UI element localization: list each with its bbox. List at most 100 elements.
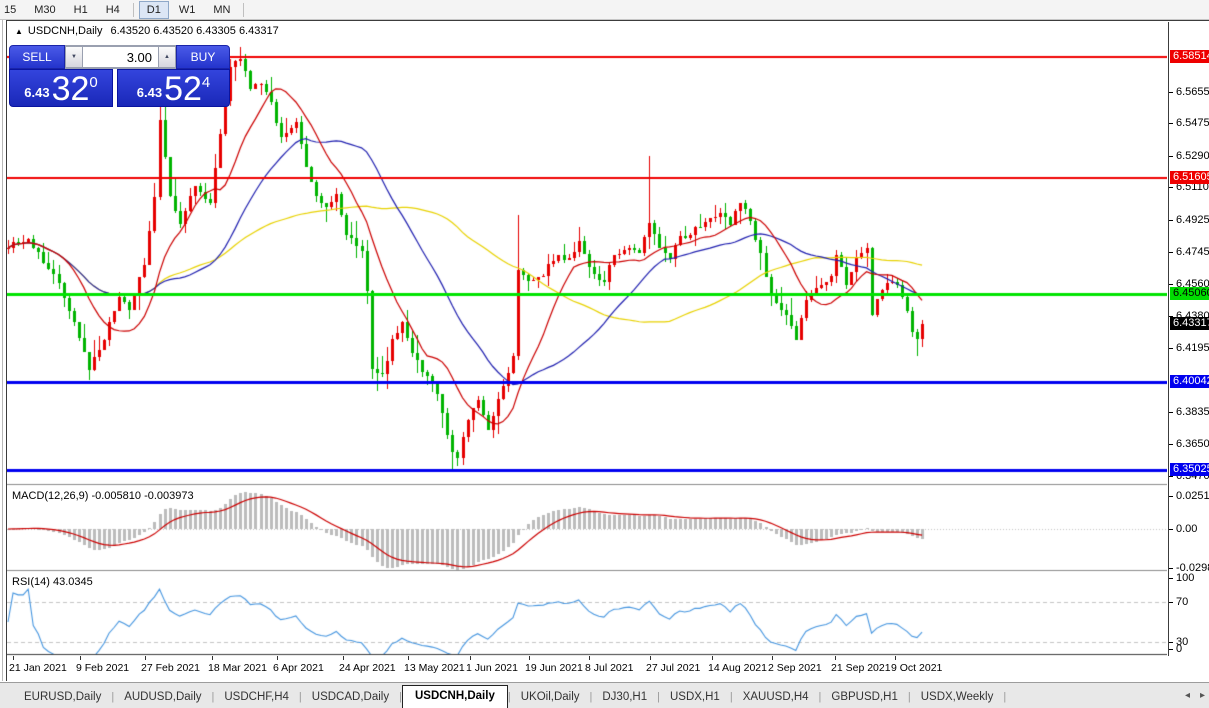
rsi-tick — [1169, 578, 1173, 579]
tab-usdcad-daily[interactable]: USDCAD,Daily — [302, 687, 399, 708]
price-tick — [1169, 348, 1173, 349]
price-tick-label: 6.52900 — [1176, 150, 1209, 162]
price-chart-canvas[interactable] — [7, 22, 1167, 656]
timeframe-button-w1[interactable]: W1 — [171, 1, 204, 19]
price-tick — [1169, 187, 1173, 188]
price-tick-label: 6.41950 — [1176, 342, 1209, 354]
date-tick — [13, 656, 14, 660]
tab-scroll-left-icon[interactable]: ◂ — [1185, 689, 1190, 703]
date-tick-label: 14 Aug 2021 — [708, 662, 767, 674]
price-tick — [1169, 444, 1173, 445]
tab-scroll-buttons: ◂ ▸ — [1185, 689, 1205, 703]
macd-tick — [1169, 529, 1173, 530]
mt4-window: 15M30H1H4D1W1MN ▲ USDCNH,Daily 6.43520 6… — [0, 0, 1209, 708]
buy-price-small: 6.43 — [137, 85, 162, 100]
timeframe-button-h4[interactable]: H4 — [98, 1, 128, 19]
date-tick — [895, 656, 896, 660]
date-tick — [650, 656, 651, 660]
date-tick — [277, 656, 278, 660]
tab-usdx-h1[interactable]: USDX,H1 — [660, 687, 730, 708]
buy-price-display[interactable]: 6.43 52 4 — [117, 69, 230, 107]
window-left-edge — [2, 20, 3, 681]
date-tick-label: 18 Mar 2021 — [208, 662, 267, 674]
price-tick — [1169, 92, 1173, 93]
price-tick — [1169, 123, 1173, 124]
sell-button[interactable]: SELL — [9, 45, 65, 69]
rsi-tick-label: 70 — [1176, 596, 1188, 608]
price-tick — [1169, 476, 1173, 477]
date-tick-label: 8 Jul 2021 — [585, 662, 633, 674]
buy-button[interactable]: BUY — [176, 45, 230, 69]
buy-price-big: 52 — [164, 74, 202, 104]
price-level-label: 6.40042 — [1170, 375, 1209, 388]
tab-scroll-right-icon[interactable]: ▸ — [1200, 689, 1205, 703]
date-tick — [212, 656, 213, 660]
chart-tab-bar: EURUSD,Daily|AUDUSD,Daily|USDCHF,H4|USDC… — [0, 682, 1209, 708]
tab-gbpusd-h1[interactable]: GBPUSD,H1 — [821, 687, 907, 708]
tab-usdx-weekly[interactable]: USDX,Weekly — [911, 687, 1004, 708]
rsi-tick — [1169, 649, 1173, 650]
tab-audusd-daily[interactable]: AUDUSD,Daily — [114, 687, 211, 708]
tab-eurusd-daily[interactable]: EURUSD,Daily — [14, 687, 111, 708]
date-axis: 21 Jan 20219 Feb 202127 Feb 202118 Mar 2… — [7, 656, 1209, 681]
date-tick — [589, 656, 590, 660]
timeframe-button-m30[interactable]: M30 — [26, 1, 63, 19]
sell-price-big: 32 — [52, 74, 90, 104]
date-tick — [408, 656, 409, 660]
date-tick-label: 27 Feb 2021 — [141, 662, 200, 674]
macd-tick — [1169, 496, 1173, 497]
tab-ukoil-daily[interactable]: UKOil,Daily — [511, 687, 590, 708]
price-tick — [1169, 412, 1173, 413]
date-tick-label: 24 Apr 2021 — [339, 662, 396, 674]
date-tick — [529, 656, 530, 660]
timeframe-button-15[interactable]: 15 — [0, 1, 24, 19]
macd-tick-label: 0.025108 — [1176, 490, 1209, 502]
date-tick — [80, 656, 81, 660]
date-tick-label: 13 May 2021 — [404, 662, 465, 674]
price-tick-label: 6.36500 — [1176, 438, 1209, 450]
rsi-tick-label: 0 — [1176, 643, 1182, 655]
volume-increase-button[interactable]: ▲ — [158, 46, 176, 68]
timeframe-button-h1[interactable]: H1 — [66, 1, 96, 19]
tab-dj30-h1[interactable]: DJ30,H1 — [592, 687, 657, 708]
date-tick-label: 9 Feb 2021 — [76, 662, 129, 674]
tab-xauusd-h4[interactable]: XAUUSD,H4 — [733, 687, 819, 708]
date-tick — [343, 656, 344, 660]
chart-title: ▲ USDCNH,Daily 6.43520 6.43520 6.43305 6… — [15, 25, 279, 37]
price-tick-label: 6.47450 — [1176, 246, 1209, 258]
sell-price-sup: 0 — [89, 75, 97, 90]
volume-decrease-button[interactable]: ▼ — [65, 46, 83, 68]
collapse-triangle-icon[interactable]: ▲ — [15, 27, 23, 36]
macd-indicator-label: MACD(12,26,9) -0.005810 -0.003973 — [12, 490, 194, 502]
date-tick-label: 2 Sep 2021 — [768, 662, 822, 674]
date-tick-label: 6 Apr 2021 — [273, 662, 324, 674]
tab-usdchf-h4[interactable]: USDCHF,H4 — [214, 687, 299, 708]
price-tick — [1169, 156, 1173, 157]
volume-input[interactable] — [83, 46, 158, 68]
volume-spinner: ▼ ▲ — [65, 45, 176, 69]
macd-tick-label: 0.00 — [1176, 523, 1197, 535]
toolbar-separator — [133, 3, 134, 17]
toolbar-separator — [243, 3, 244, 17]
price-tick-label: 6.49250 — [1176, 214, 1209, 226]
timeframe-button-mn[interactable]: MN — [205, 1, 238, 19]
date-tick-label: 1 Jun 2021 — [466, 662, 518, 674]
rsi-tick-label: 100 — [1176, 572, 1194, 584]
timeframe-button-d1[interactable]: D1 — [139, 1, 169, 19]
chart-window: ▲ USDCNH,Daily 6.43520 6.43520 6.43305 6… — [6, 20, 1209, 681]
price-level-label: 6.45060 — [1170, 287, 1209, 300]
date-tick — [712, 656, 713, 660]
tab-separator: | — [1003, 691, 1006, 708]
price-tick — [1169, 284, 1173, 285]
date-tick-label: 27 Jul 2021 — [646, 662, 700, 674]
sell-price-small: 6.43 — [24, 85, 49, 100]
buy-price-sup: 4 — [202, 75, 210, 90]
sell-price-display[interactable]: 6.43 32 0 — [9, 69, 113, 107]
date-tick — [470, 656, 471, 660]
price-tick-label: 6.56550 — [1176, 86, 1209, 98]
price-level-label: 6.43317 — [1170, 317, 1209, 330]
rsi-tick — [1169, 642, 1173, 643]
tab-usdcnh-daily[interactable]: USDCNH,Daily — [402, 685, 508, 708]
price-tick-label: 6.38350 — [1176, 406, 1209, 418]
date-tick — [835, 656, 836, 660]
